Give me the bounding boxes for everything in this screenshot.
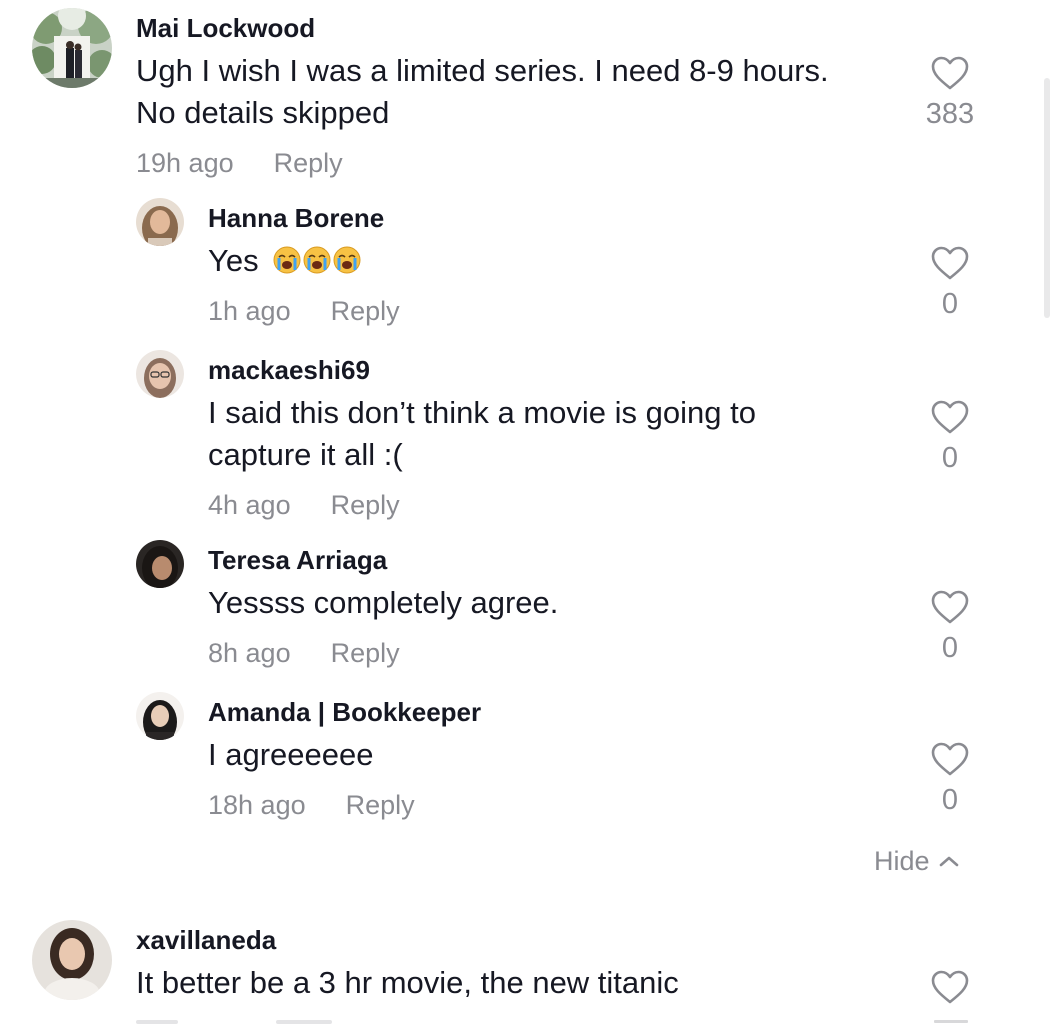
comment-text-content: Yes [208, 243, 259, 278]
like-count: 383 [925, 98, 975, 130]
timestamp: 1h ago [208, 296, 291, 326]
like-count: 0 [941, 784, 959, 816]
avatar[interactable] [136, 540, 184, 588]
reply-item: Hanna Borene Yes 1h ago Reply 0 [0, 190, 1050, 340]
crying-face-emoji [273, 246, 301, 274]
like-button[interactable]: 0 [910, 400, 990, 478]
comment-text-content: Yessss completely agree. [208, 585, 559, 620]
avatar[interactable] [136, 198, 184, 246]
like-count: 0 [941, 442, 959, 474]
like-button[interactable] [910, 970, 990, 1010]
like-button[interactable]: 0 [910, 590, 990, 668]
comment-meta: 18h ago Reply [208, 788, 415, 822]
username[interactable]: Hanna Borene [208, 202, 384, 234]
timestamp: 18h ago [208, 790, 306, 820]
like-count-clipped [934, 1018, 968, 1024]
reply-button[interactable]: Reply [274, 148, 343, 178]
comment-item: Mai Lockwood Ugh I wish I was a limited … [0, 0, 1050, 190]
comment-meta: 19h ago Reply [136, 146, 343, 180]
comment-text: Yessss completely agree. [208, 582, 558, 624]
username[interactable]: mackaeshi69 [208, 354, 370, 386]
hide-label: Hide [874, 846, 930, 876]
username[interactable]: Teresa Arriaga [208, 544, 387, 576]
comment-text: I said this don’t think a movie is going… [208, 392, 888, 476]
avatar[interactable] [136, 692, 184, 740]
hide-replies-button[interactable]: Hide [874, 844, 960, 878]
heart-outline-icon [931, 742, 969, 776]
like-count: 0 [941, 288, 959, 320]
username[interactable]: xavillaneda [136, 924, 276, 956]
avatar[interactable] [136, 350, 184, 398]
avatar[interactable] [32, 920, 112, 1000]
crying-face-emoji [303, 246, 331, 274]
comment-meta: 4h ago Reply [208, 488, 400, 522]
heart-outline-icon [931, 400, 969, 434]
username[interactable]: Amanda | Bookkeeper [208, 696, 481, 728]
comment-text: It better be a 3 hr movie, the new titan… [136, 962, 679, 1004]
comment-item: xavillaneda It better be a 3 hr movie, t… [0, 910, 1050, 1024]
heart-outline-icon [931, 590, 969, 624]
heart-outline-icon [931, 970, 969, 1004]
comment-text-content: It better be a 3 hr movie, the new titan… [136, 965, 679, 1000]
reply-button[interactable]: Reply [346, 790, 415, 820]
like-button[interactable]: 383 [910, 56, 990, 134]
timestamp: 19h ago [136, 148, 234, 178]
username[interactable]: Mai Lockwood [136, 12, 315, 44]
comment-text-line: I said this don’t think a movie is going… [208, 395, 756, 430]
reply-item: mackaeshi69 I said this don’t think a mo… [0, 342, 1050, 532]
reply-button[interactable]: Reply [331, 638, 400, 668]
comment-text-content: I agreeeeee [208, 737, 374, 772]
chevron-up-icon [939, 856, 958, 867]
comment-text: Yes [208, 240, 363, 282]
comment-meta-clipped [136, 1014, 496, 1024]
reply-button[interactable]: Reply [331, 296, 400, 326]
reply-item: Teresa Arriaga Yessss completely agree. … [0, 532, 1050, 682]
comment-text: I agreeeeee [208, 734, 373, 776]
timestamp: 8h ago [208, 638, 291, 668]
comment-text-line: Ugh I wish I was a limited series. I nee… [136, 53, 829, 88]
like-button[interactable]: 0 [910, 742, 990, 820]
comment-text: Ugh I wish I was a limited series. I nee… [136, 50, 896, 134]
comment-text-line: No details skipped [136, 95, 390, 130]
like-button[interactable]: 0 [910, 246, 990, 324]
timestamp: 4h ago [208, 490, 291, 520]
reply-button[interactable]: Reply [331, 490, 400, 520]
like-count: 0 [941, 632, 959, 664]
heart-outline-icon [931, 56, 969, 90]
avatar[interactable] [32, 8, 112, 88]
crying-face-emoji [333, 246, 361, 274]
comment-text-line: capture it all :( [208, 437, 403, 472]
comment-meta: 1h ago Reply [208, 294, 400, 328]
comment-meta: 8h ago Reply [208, 636, 400, 670]
heart-outline-icon [931, 246, 969, 280]
reply-item: Amanda | Bookkeeper I agreeeeee 18h ago R… [0, 684, 1050, 834]
